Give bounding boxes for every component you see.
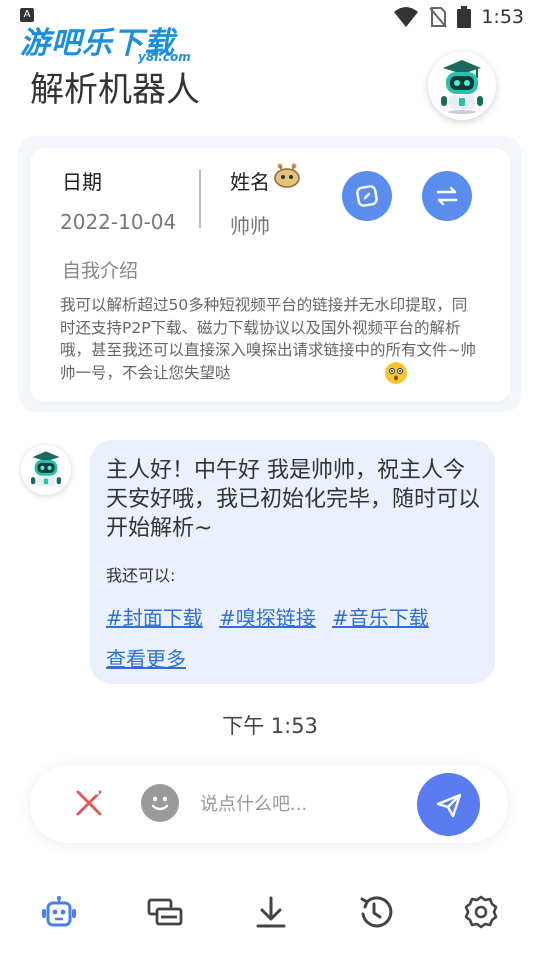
robot-face-icon <box>272 162 302 192</box>
can-do-label: 我还可以: <box>106 566 176 585</box>
nav-robot[interactable] <box>37 890 81 934</box>
history-icon <box>360 896 393 928</box>
send-button[interactable] <box>417 773 480 836</box>
wifi-icon <box>394 7 419 27</box>
robot-icon <box>31 451 61 487</box>
robot-icon <box>441 60 483 114</box>
settings-icon <box>464 895 498 929</box>
tag-music-download[interactable]: #音乐下载 <box>332 602 429 631</box>
smiley-icon <box>151 796 169 811</box>
watermark-logo: 游吧乐下载 y8l.com <box>20 18 191 66</box>
chat-timestamp: 下午 1:53 <box>222 714 318 738</box>
see-more-link[interactable]: 查看更多 <box>106 643 186 672</box>
cards-icon <box>147 898 183 926</box>
status-time: 1:53 <box>481 6 524 28</box>
intro-text: 我可以解析超过50多种短视频平台的链接并无水印提取，同时还支持P2P下载、磁力下… <box>60 296 476 382</box>
nav-history[interactable] <box>354 890 398 934</box>
name-value: 帅帅 <box>230 214 270 238</box>
page-title: 解析机器人 <box>30 70 200 110</box>
tag-sniff-link[interactable]: #嗅探链接 <box>219 602 316 631</box>
date-label: 日期 <box>62 170 102 194</box>
close-icon <box>76 790 102 816</box>
send-icon <box>436 793 461 817</box>
switch-button[interactable] <box>422 171 472 221</box>
date-value: 2022-10-04 <box>60 210 177 234</box>
copy-icon <box>356 185 378 207</box>
battery-icon <box>457 6 472 28</box>
bottom-nav <box>0 880 540 944</box>
tag-cover-download[interactable]: #封面下载 <box>106 602 203 631</box>
clear-button[interactable] <box>72 786 106 820</box>
chat-greeting: 主人好！中午好 我是帅帅，祝主人今天安好哦，我已初始化完毕，随时可以开始解析~ <box>106 458 481 541</box>
nav-download[interactable] <box>249 890 293 934</box>
copy-button[interactable] <box>342 171 392 221</box>
no-sim-icon <box>429 7 448 28</box>
robot-avatar[interactable] <box>428 52 496 120</box>
status-icons: 1:53 <box>393 6 524 28</box>
intro-label: 自我介绍 <box>62 260 139 282</box>
bot-avatar <box>21 445 71 495</box>
robot-icon <box>42 896 76 927</box>
emoji-button[interactable] <box>141 784 179 822</box>
nav-settings[interactable] <box>459 890 503 934</box>
surprised-face-icon <box>384 361 408 389</box>
message-input[interactable] <box>200 786 400 822</box>
download-icon <box>256 896 286 928</box>
name-label: 姓名 <box>230 170 270 194</box>
nav-cards[interactable] <box>143 890 187 934</box>
divider <box>199 170 201 228</box>
swap-icon <box>436 186 458 206</box>
